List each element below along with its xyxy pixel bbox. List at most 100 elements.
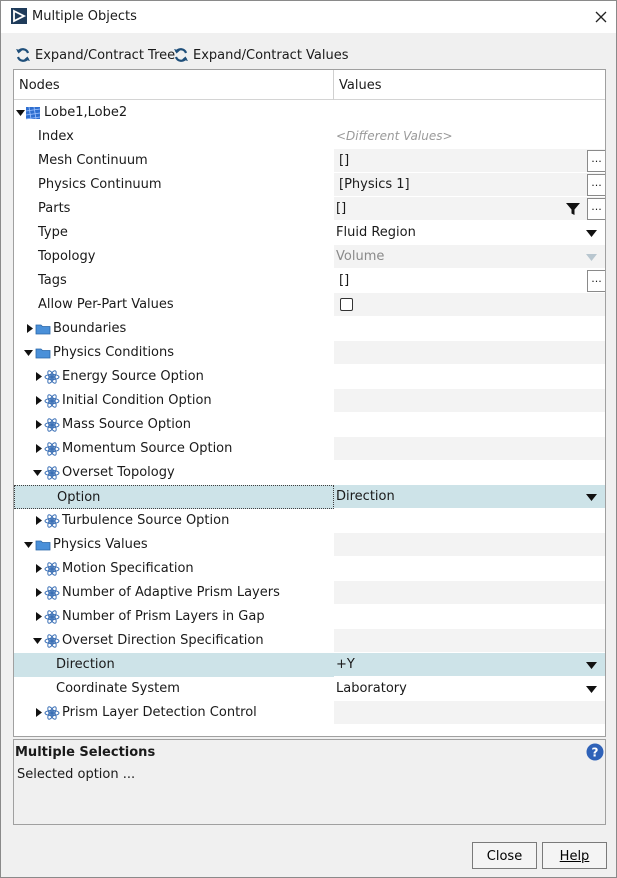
chevron-down-icon[interactable]	[586, 662, 597, 669]
row-label: Number of Prism Layers in Gap	[62, 609, 265, 624]
window-title: Multiple Objects	[32, 9, 137, 24]
help-icon[interactable]: ?	[586, 743, 604, 761]
expand-right-icon[interactable]	[34, 516, 43, 525]
row-label: Parts	[38, 201, 71, 216]
physics-continuum-ellipsis-button[interactable]: ...	[587, 174, 605, 196]
column-separator[interactable]	[333, 70, 334, 100]
tree-row-option[interactable]: Option Direction	[14, 485, 605, 509]
tree-row-adaptive-prism-layers[interactable]: Number of Adaptive Prism Layers	[14, 581, 605, 605]
chevron-down-icon[interactable]	[586, 230, 597, 237]
tree-row-boundaries[interactable]: Boundaries	[14, 317, 605, 341]
expand-right-icon[interactable]	[34, 372, 43, 381]
expand-right-icon[interactable]	[34, 612, 43, 621]
filter-icon[interactable]	[565, 201, 581, 217]
expand-down-icon[interactable]	[33, 636, 42, 645]
tags-ellipsis-button[interactable]: ...	[587, 270, 605, 292]
physics-continuum-value: [Physics 1]	[339, 177, 410, 192]
row-label: Mesh Continuum	[38, 153, 148, 168]
region-icon	[25, 106, 41, 120]
physics-model-icon	[44, 418, 60, 432]
expand-down-icon[interactable]	[24, 348, 33, 357]
tree-row-physics-continuum[interactable]: Physics Continuum [Physics 1] ...	[14, 173, 605, 197]
svg-text:?: ?	[592, 746, 599, 760]
row-label: Prism Layer Detection Control	[62, 705, 257, 720]
expand-down-icon[interactable]	[24, 540, 33, 549]
tree-row-coordinate-system[interactable]: Coordinate System Laboratory	[14, 677, 605, 701]
option-dropdown[interactable]: Direction	[334, 485, 605, 509]
tree-row-index[interactable]: Index <Different Values>	[14, 125, 605, 149]
help-button[interactable]: Help	[542, 842, 607, 869]
coordinate-system-value: Laboratory	[336, 681, 407, 696]
row-label: Type	[38, 225, 68, 240]
expand-contract-tree-button[interactable]: Expand/Contract Tree	[15, 45, 175, 65]
tree-row-mass-source-option[interactable]: Mass Source Option	[14, 413, 605, 437]
parts-ellipsis-button[interactable]: ...	[587, 198, 605, 220]
close-button[interactable]: Close	[472, 842, 537, 869]
allow-per-part-values-checkbox[interactable]	[340, 298, 353, 311]
expand-down-icon[interactable]	[16, 108, 25, 117]
toolbar: Expand/Contract Tree Expand/Contract Val…	[1, 37, 616, 67]
nodes-column-header[interactable]: Nodes	[19, 78, 60, 93]
expand-right-icon[interactable]	[34, 444, 43, 453]
tree-row-prism-layers-in-gap[interactable]: Number of Prism Layers in Gap	[14, 605, 605, 629]
tree-row-direction[interactable]: Direction +Y	[14, 653, 605, 677]
row-label: Momentum Source Option	[62, 441, 233, 456]
direction-value: +Y	[336, 657, 355, 672]
mesh-continuum-ellipsis-button[interactable]: ...	[587, 150, 605, 172]
tags-value: []	[339, 273, 350, 288]
expand-right-icon[interactable]	[34, 708, 43, 717]
close-window-icon[interactable]	[589, 5, 613, 29]
coordinate-system-dropdown[interactable]: Laboratory	[334, 677, 605, 701]
expand-down-icon[interactable]	[33, 468, 42, 477]
tree-row-type[interactable]: Type Fluid Region	[14, 221, 605, 245]
tree-row-physics-conditions[interactable]: Physics Conditions	[14, 341, 605, 365]
row-label: Option	[57, 490, 101, 505]
physics-model-icon	[44, 394, 60, 408]
row-label: Physics Conditions	[53, 345, 175, 360]
expand-right-icon[interactable]	[34, 420, 43, 429]
row-label: Turbulence Source Option	[62, 513, 230, 528]
tree-row-parts[interactable]: Parts [] ...	[14, 197, 605, 221]
tree-row-allow-per-part-values[interactable]: Allow Per-Part Values	[14, 293, 605, 317]
tree-row-physics-values[interactable]: Physics Values	[14, 533, 605, 557]
index-value: <Different Values>	[336, 129, 453, 143]
tree-row-overset-topology[interactable]: Overset Topology	[14, 461, 605, 485]
description-title: Multiple Selections	[15, 745, 156, 760]
type-dropdown[interactable]: Fluid Region	[334, 221, 605, 245]
expand-contract-values-button[interactable]: Expand/Contract Values	[173, 45, 349, 65]
option-value: Direction	[336, 489, 395, 504]
tree-row-lobes[interactable]: Lobe1,Lobe2	[14, 101, 605, 125]
chevron-down-icon[interactable]	[586, 494, 597, 501]
expand-right-icon[interactable]	[34, 564, 43, 573]
physics-model-icon	[44, 442, 60, 456]
tree-row-prism-layer-detection-control[interactable]: Prism Layer Detection Control	[14, 701, 605, 725]
row-label: Boundaries	[53, 321, 127, 336]
row-label: Overset Direction Specification	[62, 633, 264, 648]
expand-values-label: Expand/Contract Values	[193, 47, 349, 63]
expand-right-icon[interactable]	[34, 396, 43, 405]
row-label: Coordinate System	[56, 681, 180, 696]
values-column-header[interactable]: Values	[339, 78, 381, 93]
tree-row-topology[interactable]: Topology Volume	[14, 245, 605, 269]
type-value: Fluid Region	[336, 225, 416, 240]
expand-tree-label: Expand/Contract Tree	[35, 47, 176, 63]
expand-right-icon[interactable]	[25, 324, 34, 333]
tree-row-overset-direction-specification[interactable]: Overset Direction Specification	[14, 629, 605, 653]
tree-row-tags[interactable]: Tags [] ...	[14, 269, 605, 293]
physics-model-icon	[44, 514, 60, 528]
description-text: Selected option ...	[17, 767, 136, 782]
tree-row-momentum-source-option[interactable]: Momentum Source Option	[14, 437, 605, 461]
parts-value: []	[336, 201, 347, 216]
physics-model-icon	[44, 610, 60, 624]
direction-dropdown[interactable]: +Y	[334, 653, 605, 677]
chevron-down-icon[interactable]	[586, 686, 597, 693]
refresh-icon	[16, 48, 30, 62]
tree-row-mesh-continuum[interactable]: Mesh Continuum [] ...	[14, 149, 605, 173]
tree-row-turbulence-source-option[interactable]: Turbulence Source Option	[14, 509, 605, 533]
physics-model-icon	[44, 466, 60, 480]
properties-tree: Nodes Values Lobe1,Lobe2 Index <Differen…	[13, 69, 606, 737]
tree-row-motion-specification[interactable]: Motion Specification	[14, 557, 605, 581]
tree-row-energy-source-option[interactable]: Energy Source Option	[14, 365, 605, 389]
expand-right-icon[interactable]	[34, 588, 43, 597]
tree-row-initial-condition-option[interactable]: Initial Condition Option	[14, 389, 605, 413]
